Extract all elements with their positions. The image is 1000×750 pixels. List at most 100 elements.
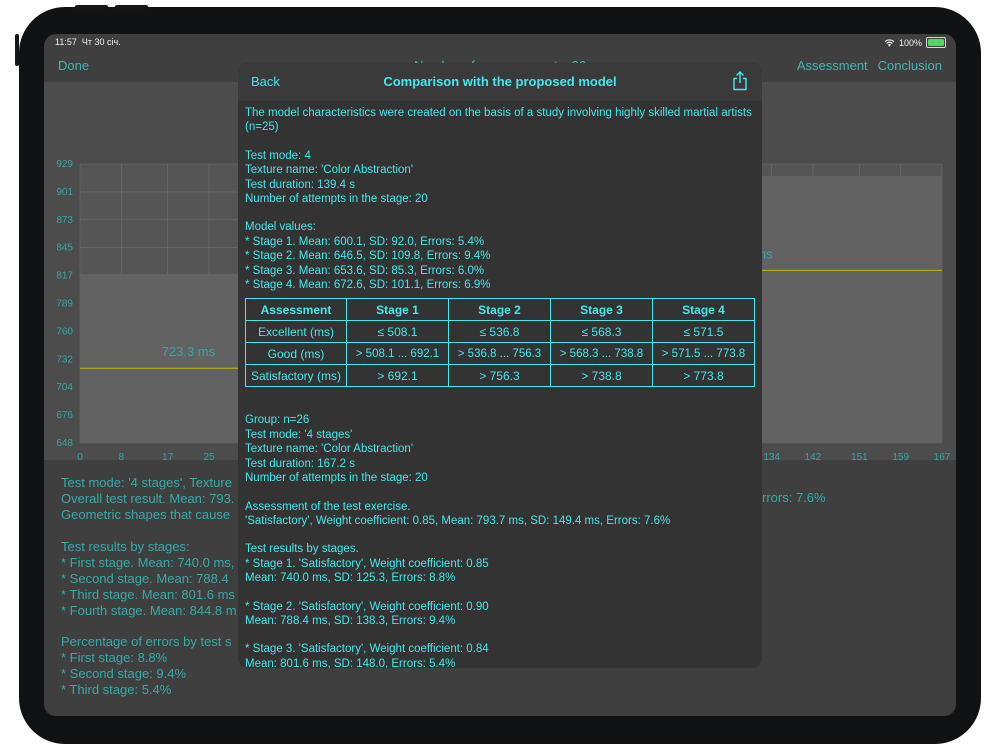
conclusion-button[interactable]: Conclusion <box>878 58 942 73</box>
y-tick-label: 676 <box>56 410 73 421</box>
bg-summary: Test mode: '4 stages', Texture Overall t… <box>61 475 234 523</box>
stage-result: Mean: 801.6 ms, SD: 148.0, Errors: 5.4% <box>245 657 456 668</box>
bg-line: * Third stage. Mean: 801.6 ms <box>61 587 235 602</box>
group-texture: Texture name: 'Color Abstraction' <box>245 443 414 456</box>
table-row: Satisfactory (ms) > 692.1 > 756.3 > 738.… <box>245 364 755 388</box>
bar-data-label: 723.3 ms <box>162 344 216 359</box>
group-attempts: Number of attempts in the stage: 20 <box>245 472 428 485</box>
test-duration: Test duration: 139.4 s <box>245 178 355 191</box>
model-value: * Stage 1. Mean: 600.1, SD: 92.0, Errors… <box>245 235 485 248</box>
y-tick-label: 845 <box>56 243 73 254</box>
test-mode: Test mode: 4 <box>245 149 311 162</box>
table-cell: > 508.1 ... 692.1 <box>346 342 449 366</box>
status-bar: 11:57 Чт 30 січ. 100% <box>44 34 956 50</box>
x-tick-label: 159 <box>892 452 909 462</box>
table-header-row: Assessment Stage 1 Stage 2 Stage 3 Stage… <box>245 298 755 322</box>
model-value: * Stage 2. Mean: 646.5, SD: 109.8, Error… <box>245 250 491 263</box>
stages-title: Test results by stages. <box>245 543 359 556</box>
bg-errors-right: rrors: 7.6% <box>762 490 826 505</box>
status-time: 11:57 <box>55 37 77 47</box>
group-size: Group: n=26 <box>245 414 310 427</box>
intro-text: The model characteristics were created o… <box>245 107 752 134</box>
model-value: * Stage 3. Mean: 653.6, SD: 85.3, Errors… <box>245 264 485 277</box>
assessment-button[interactable]: Assessment <box>797 58 868 73</box>
table-header: Assessment <box>245 298 347 322</box>
group-test-mode: Test mode: '4 stages' <box>245 428 353 441</box>
modal-header: Back Comparison with the proposed model <box>238 63 762 101</box>
bg-line: * Second stage. Mean: 788.4 <box>61 571 229 586</box>
model-value: * Stage 4. Mean: 672.6, SD: 101.1, Error… <box>245 279 491 292</box>
table-cell: > 568.3 ... 738.8 <box>550 342 653 366</box>
y-tick-label: 732 <box>56 354 73 365</box>
table-cell: Satisfactory (ms) <box>245 364 347 388</box>
y-tick-label: 873 <box>56 215 73 226</box>
y-tick-label: 760 <box>56 326 73 337</box>
table-cell: Excellent (ms) <box>245 320 347 344</box>
bg-line: * Fourth stage. Mean: 844.8 m <box>61 603 237 618</box>
x-tick-label: 0 <box>77 452 83 462</box>
table-cell: > 692.1 <box>346 364 449 388</box>
table-header: Stage 3 <box>550 298 653 322</box>
table-header: Stage 1 <box>346 298 449 322</box>
stage-result: Mean: 788.4 ms, SD: 138.3, Errors: 9.4% <box>245 614 456 627</box>
texture-name: Texture name: 'Color Abstraction' <box>245 164 414 177</box>
bg-errors: Percentage of errors by test s * First s… <box>61 634 232 698</box>
table-header: Stage 4 <box>652 298 755 322</box>
table-row: Excellent (ms) ≤ 508.1 ≤ 536.8 ≤ 568.3 ≤… <box>245 320 755 344</box>
battery-percent: 100% <box>898 37 922 48</box>
bg-line: Test mode: '4 stages', Texture <box>61 475 232 490</box>
bg-line: Percentage of errors by test s <box>61 634 232 649</box>
modal-content[interactable]: The model characteristics were created o… <box>245 106 755 668</box>
y-tick-label: 817 <box>56 271 73 282</box>
table-cell: > 756.3 <box>448 364 551 388</box>
x-tick-label: 151 <box>851 452 868 462</box>
comparison-modal: Back Comparison with the proposed model … <box>238 63 762 668</box>
x-tick-label: 8 <box>119 452 125 462</box>
volume-button <box>115 5 148 9</box>
table-cell: ≤ 508.1 <box>346 320 449 344</box>
assessment-table: Assessment Stage 1 Stage 2 Stage 3 Stage… <box>245 298 755 388</box>
table-row: Good (ms) > 508.1 ... 692.1 > 536.8 ... … <box>245 342 755 366</box>
x-tick-label: 167 <box>934 452 951 462</box>
bg-stage-results: Test results by stages: * First stage. M… <box>61 539 237 619</box>
battery-icon <box>926 37 946 48</box>
status-date: Чт 30 січ. <box>81 37 121 47</box>
y-tick-label: 789 <box>56 299 73 310</box>
stage-result: * Stage 1. 'Satisfactory', Weight coeffi… <box>245 557 489 570</box>
table-cell: ≤ 571.5 <box>652 320 755 344</box>
bg-line: * Second stage: 9.4% <box>61 666 187 681</box>
group-duration: Test duration: 167.2 s <box>245 457 355 470</box>
y-tick-label: 648 <box>56 438 73 449</box>
y-tick-label: 929 <box>56 159 73 170</box>
y-tick-label: 704 <box>56 382 73 393</box>
bg-line: Test results by stages: <box>61 539 190 554</box>
stage-result: Mean: 740.0 ms, SD: 125.3, Errors: 8.8% <box>245 572 456 585</box>
power-button <box>15 34 19 66</box>
wifi-icon <box>884 38 895 46</box>
stage-result: * Stage 2. 'Satisfactory', Weight coeffi… <box>245 600 489 613</box>
modal-title: Comparison with the proposed model <box>383 74 617 89</box>
table-cell: ≤ 568.3 <box>550 320 653 344</box>
assessment-value: 'Satisfactory', Weight coefficient: 0.85… <box>245 514 671 527</box>
table-cell: > 773.8 <box>652 364 755 388</box>
table-cell: Good (ms) <box>245 342 347 366</box>
bg-line: Geometric shapes that cause <box>61 507 231 522</box>
table-cell: ≤ 536.8 <box>448 320 551 344</box>
bg-line: * First stage: 8.8% <box>61 650 168 665</box>
x-tick-label: 134 <box>763 452 780 462</box>
y-tick-label: 901 <box>56 187 73 198</box>
table-cell: > 536.8 ... 756.3 <box>448 342 551 366</box>
bg-line: Overall test result. Mean: 793. <box>61 491 235 506</box>
volume-button <box>75 5 108 9</box>
x-tick-label: 17 <box>162 452 174 462</box>
share-icon[interactable] <box>732 71 748 91</box>
attempts: Number of attempts in the stage: 20 <box>245 193 428 206</box>
table-cell: > 738.8 <box>550 364 653 388</box>
table-cell: > 571.5 ... 773.8 <box>652 342 755 366</box>
stage-result: * Stage 3. 'Satisfactory', Weight coeffi… <box>245 643 489 656</box>
x-tick-label: 25 <box>203 452 215 462</box>
bg-line: * First stage. Mean: 740.0 ms, <box>61 555 235 570</box>
model-values-title: Model values: <box>245 221 316 234</box>
bg-line: * Third stage: 5.4% <box>61 682 172 697</box>
table-header: Stage 2 <box>448 298 551 322</box>
